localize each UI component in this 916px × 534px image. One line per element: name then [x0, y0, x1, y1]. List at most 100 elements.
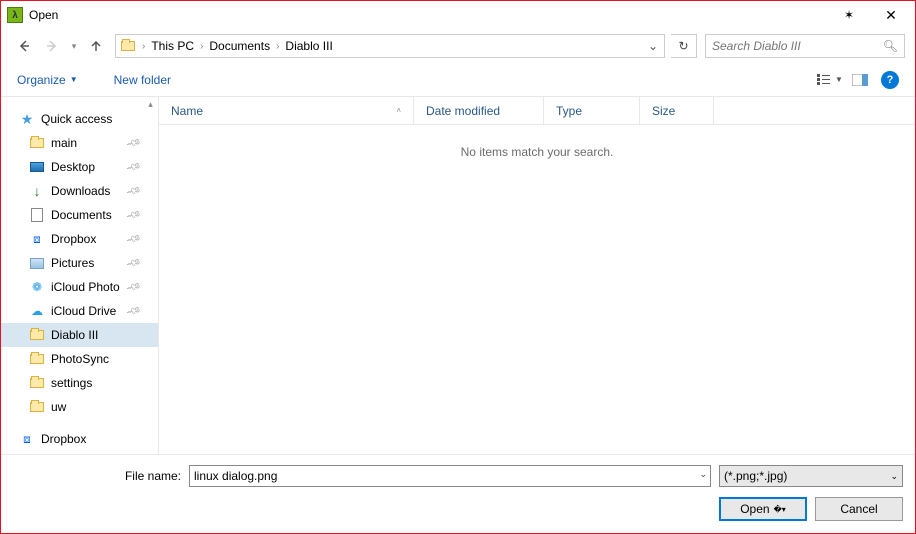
sidebar-label: Dropbox [41, 432, 86, 446]
pin-icon: 📌︎ [125, 255, 142, 271]
nav-back-button[interactable] [11, 33, 37, 59]
new-folder-label: New folder [114, 73, 171, 87]
sidebar-item-downloads[interactable]: ↓ Downloads 📌︎ [1, 179, 158, 203]
documents-icon [29, 207, 45, 223]
sidebar-item-documents[interactable]: Documents 📌︎ [1, 203, 158, 227]
sidebar-item-uw[interactable]: uw [1, 395, 158, 419]
sidebar-item-settings[interactable]: settings [1, 371, 158, 395]
sidebar-label: Documents [51, 208, 112, 222]
organize-label: Organize [17, 73, 66, 87]
folder-icon [29, 135, 45, 151]
column-size[interactable]: Size [640, 97, 714, 124]
breadcrumb-item[interactable]: Documents [207, 39, 272, 53]
app-icon: λ [7, 7, 23, 23]
sidebar-item-diablo[interactable]: Diablo III [1, 323, 158, 347]
folder-icon [29, 351, 45, 367]
open-label: Open [740, 502, 769, 516]
folder-icon [29, 327, 45, 343]
sidebar-label: Diablo III [51, 328, 98, 342]
star-icon: ★ [19, 111, 35, 127]
pin-icon: 📌︎ [125, 135, 142, 151]
breadcrumb[interactable]: › This PC › Documents › Diablo III ⌄ [115, 34, 665, 58]
pin-icon: 📌︎ [125, 279, 142, 295]
sidebar-label: uw [51, 400, 66, 414]
search-input[interactable] [712, 39, 883, 53]
pin-icon: 📌︎ [125, 207, 142, 223]
filename-dropdown-icon[interactable]: ⌄ [699, 469, 707, 480]
breadcrumb-item[interactable]: Diablo III [283, 39, 334, 53]
sidebar-label: iCloud Drive [51, 304, 116, 318]
sidebar-item-photosync[interactable]: PhotoSync [1, 347, 158, 371]
nav-up-button[interactable] [83, 33, 109, 59]
column-headers[interactable]: Name˄ Date modified Type Size [159, 97, 915, 125]
icloud-photo-icon: ❁ [29, 279, 45, 295]
chevron-down-icon: ⌄ [890, 471, 898, 482]
chevron-right-icon[interactable]: › [138, 41, 149, 52]
filetype-select[interactable]: (*.png;*.jpg) ⌄ [719, 465, 903, 487]
sidebar-item-icloud-drive[interactable]: ☁ iCloud Drive 📌︎ [1, 299, 158, 323]
folder-icon [29, 375, 45, 391]
filename-input[interactable] [189, 465, 711, 487]
chevron-right-icon[interactable]: › [196, 41, 207, 52]
column-label: Date modified [426, 104, 500, 118]
sidebar-label: Pictures [51, 256, 94, 270]
sidebar-label: PhotoSync [51, 352, 109, 366]
sidebar-label: settings [51, 376, 92, 390]
cancel-button[interactable]: Cancel [815, 497, 903, 521]
dropbox-icon: ⧈ [29, 231, 45, 247]
preview-pane-button[interactable] [845, 67, 875, 93]
downloads-icon: ↓ [29, 183, 45, 199]
split-button-dropdown-icon[interactable]: �▾ [774, 505, 786, 514]
sidebar-item-pictures[interactable]: Pictures 📌︎ [1, 251, 158, 275]
sidebar-item-icloud-photo[interactable]: ❁ iCloud Photo 📌︎ [1, 275, 158, 299]
filetype-label: (*.png;*.jpg) [724, 469, 787, 483]
desktop-icon [29, 159, 45, 175]
breadcrumb-dropdown[interactable]: ⌄ [642, 39, 664, 53]
sidebar-item-quick-access[interactable]: ★ Quick access [1, 107, 158, 131]
sidebar-label: iCloud Photo [51, 280, 120, 294]
help-button[interactable]: ? [875, 67, 905, 93]
column-date[interactable]: Date modified [414, 97, 544, 124]
refresh-button[interactable]: ↻ [671, 34, 697, 58]
close-button[interactable]: ✕ [869, 2, 913, 28]
sidebar-label: Downloads [51, 184, 110, 198]
empty-message: No items match your search. [159, 125, 915, 159]
open-button[interactable]: Open �▾ [719, 497, 807, 521]
icloud-drive-icon: ☁ [29, 303, 45, 319]
view-options-button[interactable]: ▼ [815, 67, 845, 93]
column-type[interactable]: Type [544, 97, 640, 124]
pin-icon[interactable]: ✶ [829, 2, 869, 28]
breadcrumb-item[interactable]: This PC [149, 39, 196, 53]
pin-icon: 📌︎ [125, 183, 142, 199]
sidebar-item-desktop[interactable]: Desktop 📌︎ [1, 155, 158, 179]
chevron-down-icon: ▼ [70, 75, 78, 84]
column-label: Name [171, 104, 203, 118]
organize-menu[interactable]: Organize ▼ [11, 69, 84, 91]
navigation-pane[interactable]: ▴ ★ Quick access main📌︎ Desktop📌︎ ↓Downl… [1, 97, 159, 454]
column-name[interactable]: Name˄ [159, 97, 414, 124]
folder-icon [29, 399, 45, 415]
filename-label: File name: [13, 469, 181, 483]
sidebar-item-dropbox[interactable]: ⧈Dropbox📌︎ [1, 227, 158, 251]
dropbox-icon: ⧈ [19, 431, 35, 447]
sidebar-item-main[interactable]: main 📌︎ [1, 131, 158, 155]
column-label: Type [556, 104, 582, 118]
column-label: Size [652, 104, 675, 118]
sidebar-label: Desktop [51, 160, 95, 174]
pin-icon: 📌︎ [125, 303, 142, 319]
folder-icon [118, 36, 138, 56]
pin-icon: 📌︎ [125, 231, 142, 247]
window-title: Open [29, 8, 58, 22]
sidebar-label: Quick access [41, 112, 112, 126]
search-box[interactable]: 🔍︎ [705, 34, 905, 58]
nav-recent-dropdown[interactable]: ▾ [67, 33, 81, 59]
pin-icon: 📌︎ [125, 159, 142, 175]
chevron-right-icon[interactable]: › [272, 41, 283, 52]
sidebar-item-dropbox-root[interactable]: ⧈ Dropbox [1, 427, 158, 451]
nav-forward-button [39, 33, 65, 59]
search-icon: 🔍︎ [883, 39, 898, 53]
sidebar-label: main [51, 136, 77, 150]
new-folder-button[interactable]: New folder [108, 69, 177, 91]
pictures-icon [29, 255, 45, 271]
cancel-label: Cancel [840, 502, 877, 516]
